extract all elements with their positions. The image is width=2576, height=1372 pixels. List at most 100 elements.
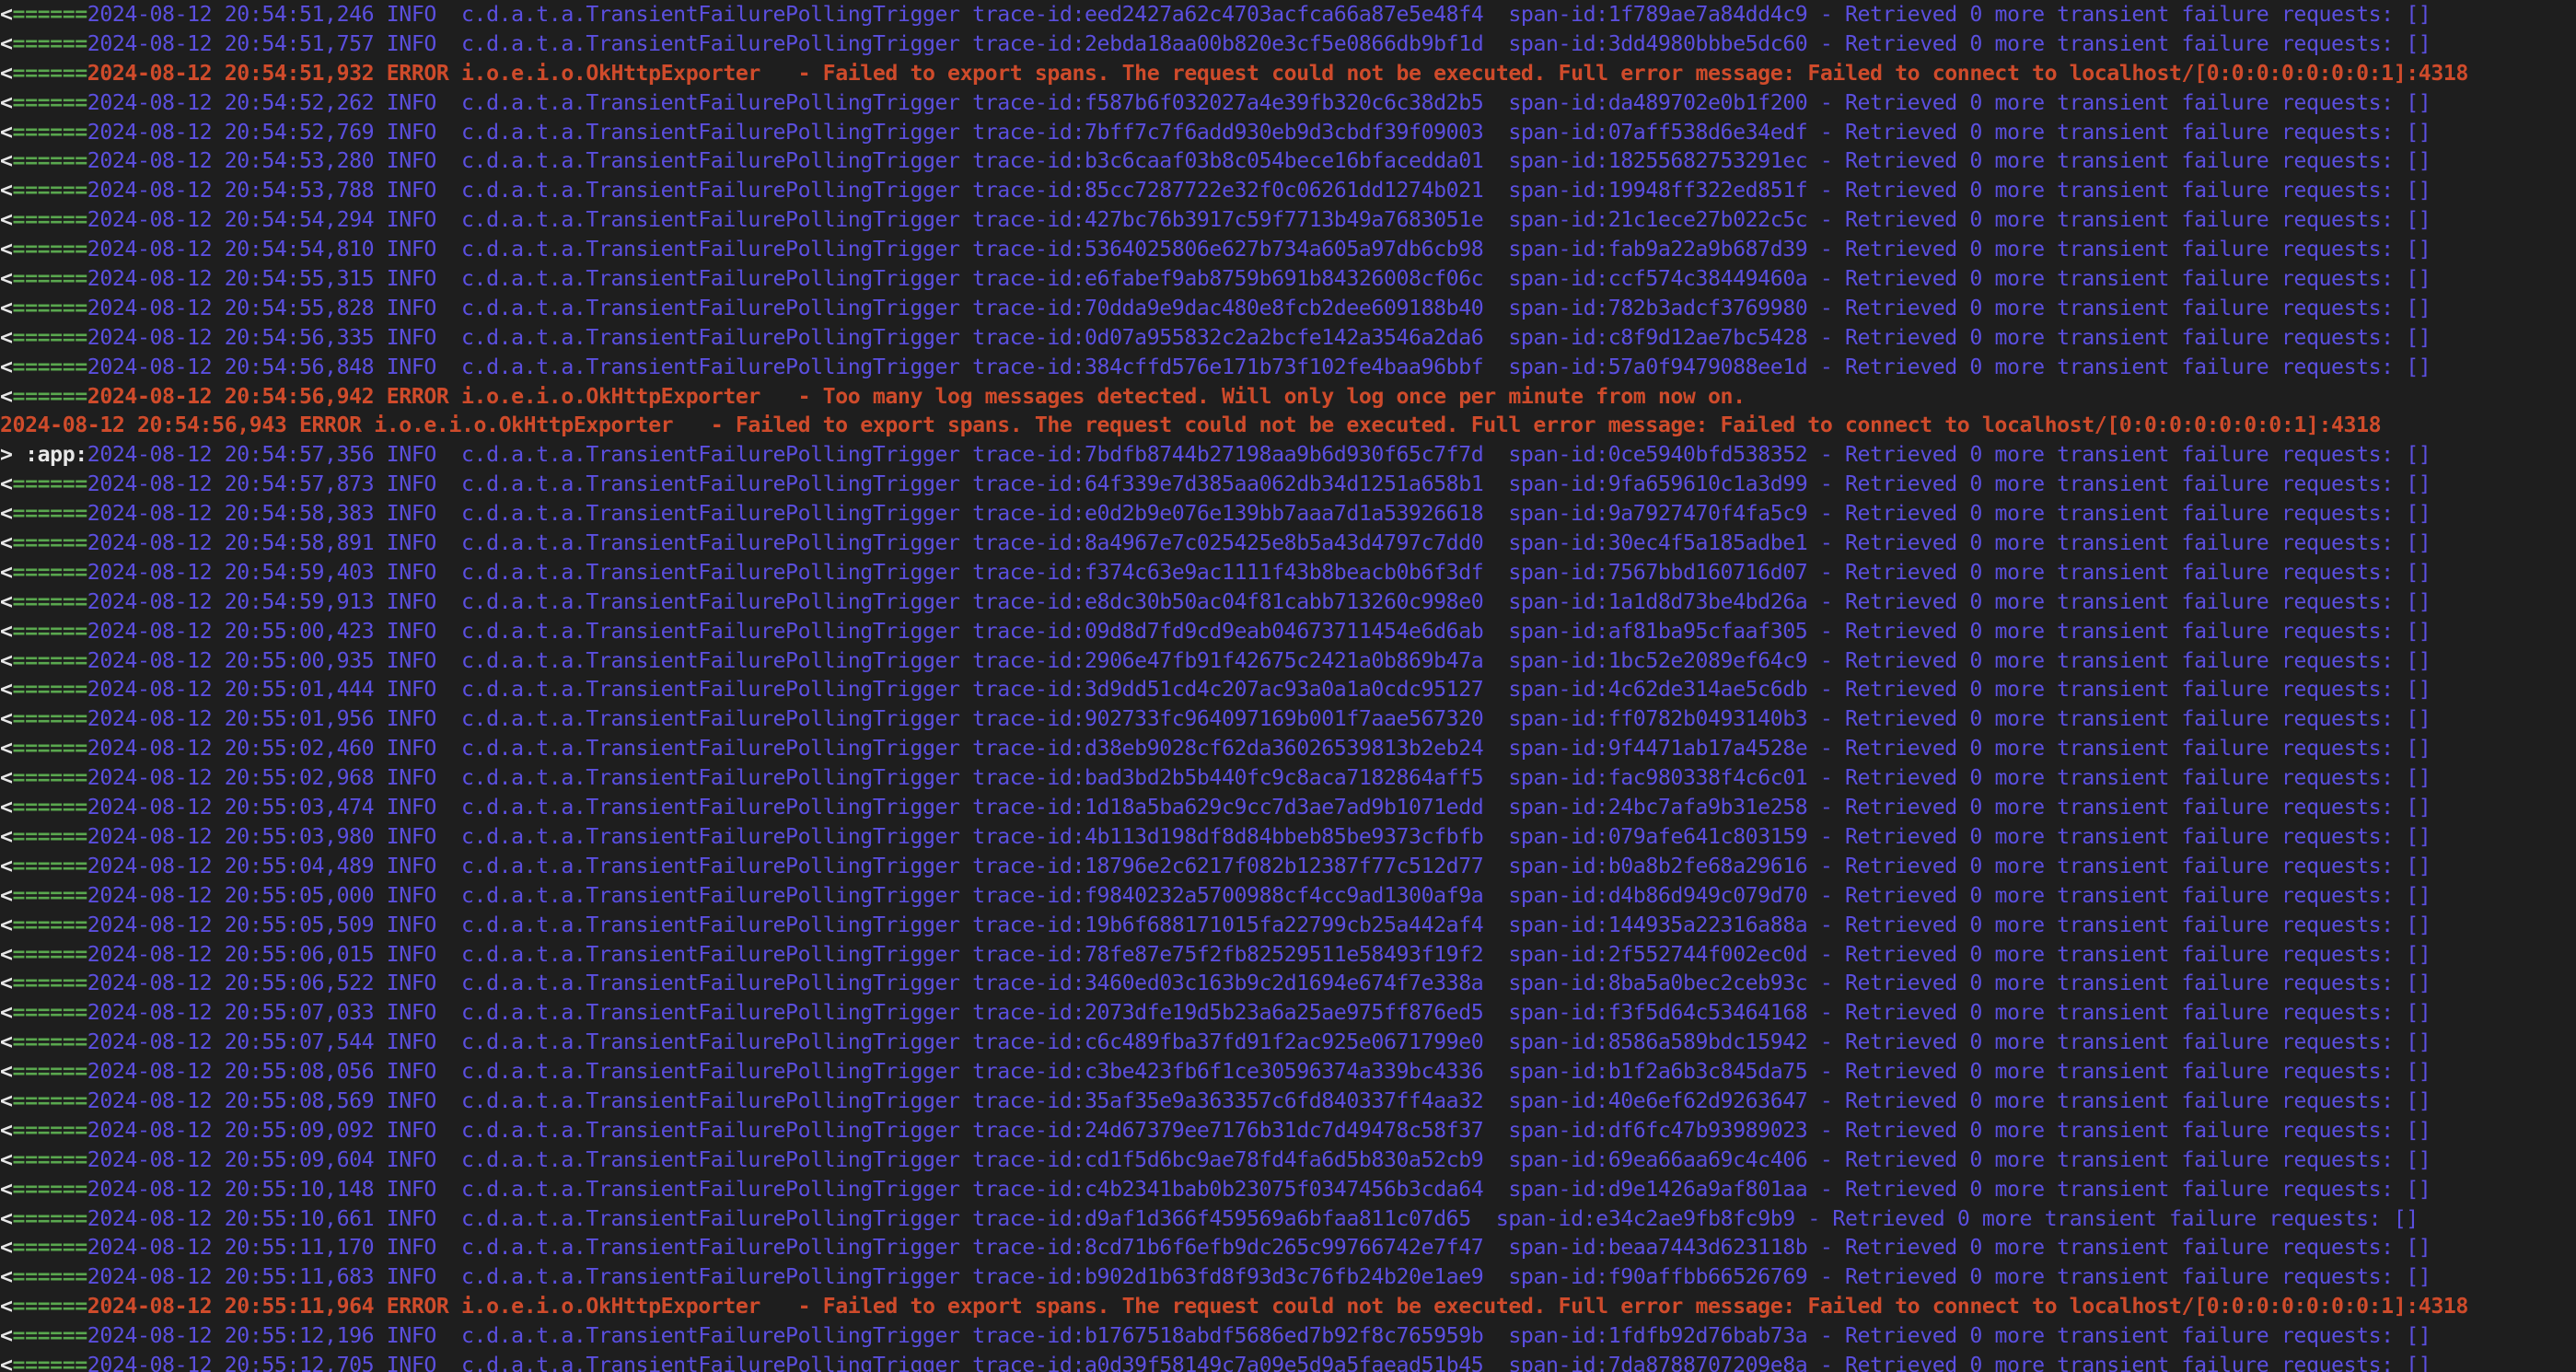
log-message: - Retrieved 0 more transient failure req… xyxy=(1807,442,2431,468)
progress-prefix-equals: ====== xyxy=(12,295,88,320)
log-message: - Retrieved 0 more transient failure req… xyxy=(1807,618,2431,644)
log-meta: 2024-08-12 20:55:01,444 INFO c.d.a.t.a.T… xyxy=(87,677,960,703)
terminal-output[interactable]: <======2024-08-12 20:54:51,246 INFO c.d.… xyxy=(0,0,2576,1372)
log-trace-id: trace-id:b902d1b63fd8f93d3c76fb24b20e1ae… xyxy=(959,1264,1484,1290)
log-trace-id: trace-id:bad3bd2b5b440fc9c8aca7182864aff… xyxy=(959,765,1484,791)
log-trace-id: trace-id:3d9dd51cd4c207ac93a0a1a0cdc9512… xyxy=(959,677,1484,703)
log-meta: 2024-08-12 20:54:56,335 INFO c.d.a.t.a.T… xyxy=(87,324,960,350)
log-message: - Retrieved 0 more transient failure req… xyxy=(1807,823,2431,849)
log-span-id: span-id:7567bbd160716d07 xyxy=(1483,559,1808,585)
log-meta: 2024-08-12 20:55:05,000 INFO c.d.a.t.a.T… xyxy=(87,882,960,908)
log-trace-id: trace-id:f587b6f032027a4e39fb320c6c38d2b… xyxy=(959,89,1484,115)
log-line: <======2024-08-12 20:54:51,932 ERROR i.o… xyxy=(0,59,2576,88)
log-meta: 2024-08-12 20:55:10,661 INFO c.d.a.t.a.T… xyxy=(87,1205,960,1231)
log-line: <======2024-08-12 20:55:00,423 INFO c.d.… xyxy=(0,617,2576,646)
progress-prefix-equals: ====== xyxy=(12,853,88,878)
progress-prefix-bracket: < xyxy=(0,765,13,791)
progress-prefix-equals: ====== xyxy=(12,354,88,379)
log-trace-id: trace-id:70dda9e9dac480e8fcb2dee609188b4… xyxy=(959,295,1484,320)
log-trace-id: trace-id:8cd71b6f6efb9dc265c99766742e7f4… xyxy=(959,1235,1484,1261)
progress-prefix-equals: ====== xyxy=(12,971,88,996)
log-line: <======2024-08-12 20:54:56,942 ERROR i.o… xyxy=(0,382,2576,412)
progress-prefix-equals: ====== xyxy=(12,119,88,145)
progress-prefix-bracket: < xyxy=(0,1264,13,1290)
log-meta: 2024-08-12 20:54:59,913 INFO c.d.a.t.a.T… xyxy=(87,588,960,614)
log-line: 2024-08-12 20:54:56,943 ERROR i.o.e.i.o.… xyxy=(0,411,2576,440)
log-message: - Retrieved 0 more transient failure req… xyxy=(1807,1087,2431,1113)
log-trace-id: trace-id:427bc76b3917c59f7713b49a7683051… xyxy=(959,207,1484,233)
progress-prefix-equals: ====== xyxy=(12,823,88,849)
log-line: <======2024-08-12 20:55:08,056 INFO c.d.… xyxy=(0,1057,2576,1087)
log-span-id: span-id:19948ff322ed851f xyxy=(1483,178,1808,203)
progress-prefix-bracket: < xyxy=(0,706,13,732)
log-message: - Retrieved 0 more transient failure req… xyxy=(1807,1117,2431,1143)
log-message: - Retrieved 0 more transient failure req… xyxy=(1807,795,2431,820)
log-meta: 2024-08-12 20:54:57,356 INFO c.d.a.t.a.T… xyxy=(87,442,960,468)
task-prompt-inline: > :app: xyxy=(0,442,87,468)
log-span-id: span-id:079afe641c803159 xyxy=(1483,823,1808,849)
log-meta: 2024-08-12 20:55:08,569 INFO c.d.a.t.a.T… xyxy=(87,1087,960,1113)
progress-prefix-equals: ====== xyxy=(12,1087,88,1113)
progress-prefix-bracket: < xyxy=(0,971,13,996)
log-span-id: span-id:4c62de314ae5c6db xyxy=(1483,677,1808,703)
log-message: - Retrieved 0 more transient failure req… xyxy=(1807,1000,2431,1026)
log-meta: 2024-08-12 20:54:54,294 INFO c.d.a.t.a.T… xyxy=(87,207,960,233)
log-span-id: span-id:beaa7443d623118b xyxy=(1483,1235,1808,1261)
progress-prefix-bracket: < xyxy=(0,618,13,644)
log-line: <======2024-08-12 20:55:12,196 INFO c.d.… xyxy=(0,1321,2576,1351)
log-span-id: span-id:1a1d8d73be4bd26a xyxy=(1483,588,1808,614)
log-meta: 2024-08-12 20:54:58,383 INFO c.d.a.t.a.T… xyxy=(87,501,960,527)
log-meta: 2024-08-12 20:54:57,873 INFO c.d.a.t.a.T… xyxy=(87,471,960,497)
progress-prefix-equals: ====== xyxy=(12,1146,88,1172)
progress-prefix-equals: ====== xyxy=(12,60,88,86)
log-message: - Retrieved 0 more transient failure req… xyxy=(1807,237,2431,262)
log-span-id: span-id:8586a589bdc15942 xyxy=(1483,1029,1808,1055)
log-line: <======2024-08-12 20:55:01,956 INFO c.d.… xyxy=(0,704,2576,734)
log-line: <======2024-08-12 20:54:52,262 INFO c.d.… xyxy=(0,88,2576,118)
log-span-id: span-id:f90affbb66526769 xyxy=(1483,1264,1808,1290)
log-span-id: span-id:1bc52e2089ef64c9 xyxy=(1483,647,1808,673)
log-span-id: span-id:144935a22316a88a xyxy=(1483,912,1808,937)
log-trace-id: trace-id:eed2427a62c4703acfca66a87e5e48f… xyxy=(959,2,1484,27)
log-meta: 2024-08-12 20:54:51,757 INFO c.d.a.t.a.T… xyxy=(87,30,960,56)
log-trace-id: trace-id:7bff7c7f6add930eb9d3cbdf39f0900… xyxy=(959,119,1484,145)
progress-prefix-bracket: < xyxy=(0,1059,13,1085)
log-span-id: span-id:07aff538d6e34edf xyxy=(1483,119,1808,145)
log-message: - Retrieved 0 more transient failure req… xyxy=(1807,647,2431,673)
log-meta: 2024-08-12 20:55:11,683 INFO c.d.a.t.a.T… xyxy=(87,1264,960,1290)
progress-prefix-equals: ====== xyxy=(12,941,88,967)
log-trace-id: trace-id:2073dfe19d5b23a6a25ae975ff876ed… xyxy=(959,1000,1484,1026)
progress-prefix-bracket: < xyxy=(0,237,13,262)
log-trace-id: trace-id:f9840232a5700988cf4cc9ad1300af9… xyxy=(959,882,1484,908)
log-meta: 2024-08-12 20:55:00,423 INFO c.d.a.t.a.T… xyxy=(87,618,960,644)
log-line: <======2024-08-12 20:55:09,092 INFO c.d.… xyxy=(0,1116,2576,1145)
log-message: - Retrieved 0 more transient failure req… xyxy=(1807,30,2431,56)
log-message: - Retrieved 0 more transient failure req… xyxy=(1807,295,2431,320)
progress-prefix-bracket: < xyxy=(0,354,13,379)
log-line: <======2024-08-12 20:55:06,522 INFO c.d.… xyxy=(0,969,2576,998)
log-span-id: span-id:1fdfb92d76bab73a xyxy=(1483,1323,1808,1349)
log-message: - Retrieved 0 more transient failure req… xyxy=(1807,148,2431,174)
log-message: - Retrieved 0 more transient failure req… xyxy=(1807,588,2431,614)
log-meta: 2024-08-12 20:55:12,196 INFO c.d.a.t.a.T… xyxy=(87,1323,960,1349)
log-meta: 2024-08-12 20:55:02,968 INFO c.d.a.t.a.T… xyxy=(87,765,960,791)
log-span-id: span-id:782b3adcf3769980 xyxy=(1483,295,1808,320)
log-trace-id: trace-id:2ebda18aa00b820e3cf5e0866db9bf1… xyxy=(959,30,1484,56)
log-trace-id: trace-id:3460ed03c163b9c2d1694e674f7e338… xyxy=(959,971,1484,996)
progress-prefix-bracket: < xyxy=(0,588,13,614)
progress-prefix-bracket: < xyxy=(0,823,13,849)
log-span-id: span-id:1f789ae7a84dd4c9 xyxy=(1483,2,1808,27)
log-line: <======2024-08-12 20:55:12,705 INFO c.d.… xyxy=(0,1351,2576,1372)
log-line: <======2024-08-12 20:54:52,769 INFO c.d.… xyxy=(0,118,2576,147)
log-trace-id: trace-id:0d07a955832c2a2bcfe142a3546a2da… xyxy=(959,324,1484,350)
log-trace-id: trace-id:4b113d198df8d84bbeb85be9373cfbf… xyxy=(959,823,1484,849)
progress-prefix-bracket: < xyxy=(0,1146,13,1172)
progress-prefix-bracket: < xyxy=(0,736,13,762)
log-message: - Retrieved 0 more transient failure req… xyxy=(1807,530,2431,556)
log-span-id: span-id:9fa659610c1a3d99 xyxy=(1483,471,1808,497)
progress-prefix-equals: ====== xyxy=(12,471,88,497)
log-trace-id: trace-id:24d67379ee7176b31dc7d49478c58f3… xyxy=(959,1117,1484,1143)
progress-prefix-equals: ====== xyxy=(12,1352,88,1372)
log-trace-id: trace-id:85cc7287722e32f0c06261dd1274b02… xyxy=(959,178,1484,203)
log-message: - Retrieved 0 more transient failure req… xyxy=(1807,1352,2431,1372)
